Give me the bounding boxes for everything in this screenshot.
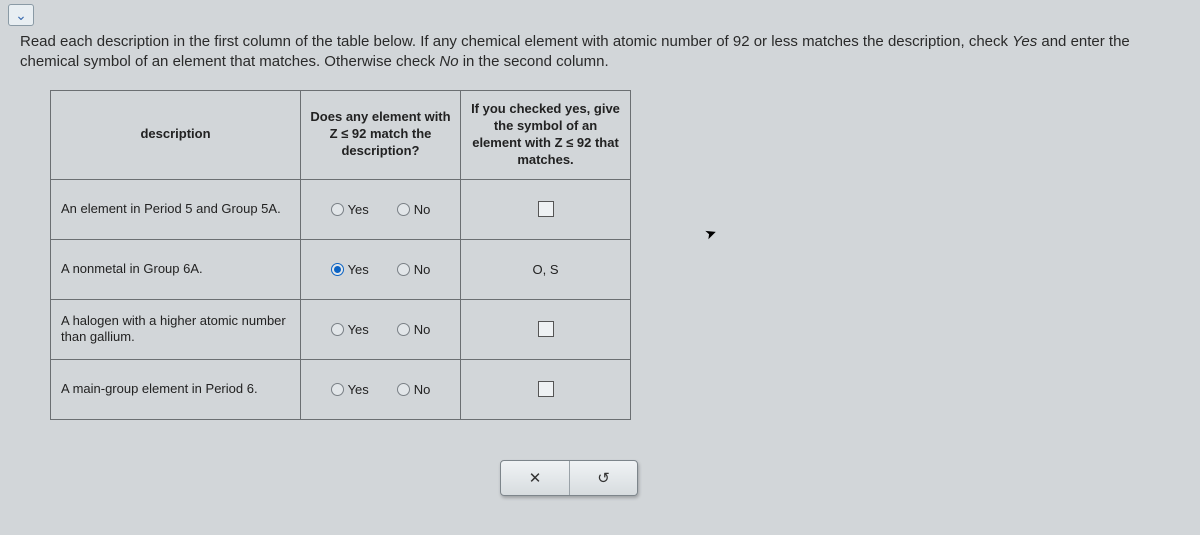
header-symbol: If you checked yes, give the symbol of a… — [461, 91, 631, 180]
question-table: description Does any element with Z ≤ 92… — [50, 90, 631, 420]
row-match-cell: Yes No — [301, 299, 461, 359]
radio-yes[interactable]: Yes — [331, 322, 369, 337]
row-description: A halogen with a higher atomic number th… — [51, 299, 301, 359]
radio-yes-label: Yes — [348, 262, 369, 277]
table-row: A nonmetal in Group 6A. Yes No — [51, 239, 631, 299]
header-match: Does any element with Z ≤ 92 match the d… — [301, 91, 461, 180]
row-match-cell: Yes No — [301, 179, 461, 239]
radio-yes-label: Yes — [348, 202, 369, 217]
instr-part-a: Read each description in the first colum… — [20, 33, 1012, 50]
radio-no-label: No — [414, 202, 431, 217]
radio-dot-icon — [331, 203, 344, 216]
table-row: An element in Period 5 and Group 5A. Yes… — [51, 179, 631, 239]
radio-no[interactable]: No — [397, 202, 431, 217]
radio-dot-icon — [331, 323, 344, 336]
table-row: A main-group element in Period 6. Yes No — [51, 359, 631, 419]
radio-yes[interactable]: Yes — [331, 382, 369, 397]
header-description: description — [51, 91, 301, 180]
row-symbol-cell[interactable] — [461, 299, 631, 359]
symbol-input-placeholder — [538, 201, 554, 217]
row-description: An element in Period 5 and Group 5A. — [51, 179, 301, 239]
radio-dot-icon — [331, 263, 344, 276]
instructions-text: Read each description in the first colum… — [20, 32, 1180, 73]
question-table-wrap: description Does any element with Z ≤ 92… — [50, 90, 631, 420]
row-description: A main-group element in Period 6. — [51, 359, 301, 419]
radio-yes-label: Yes — [348, 382, 369, 397]
radio-group: Yes No — [302, 382, 459, 397]
row-match-cell: Yes No — [301, 359, 461, 419]
radio-dot-icon — [397, 323, 410, 336]
answer-toolbar: ✕ ↺ — [500, 460, 638, 496]
expand-toggle[interactable]: ⌄ — [8, 4, 34, 26]
close-icon: ✕ — [529, 469, 542, 487]
row-description: A nonmetal in Group 6A. — [51, 239, 301, 299]
radio-no[interactable]: No — [397, 262, 431, 277]
instr-no: No — [439, 53, 458, 70]
radio-dot-icon — [331, 383, 344, 396]
radio-dot-icon — [397, 263, 410, 276]
undo-icon: ↺ — [597, 469, 610, 487]
row-symbol-cell[interactable] — [461, 359, 631, 419]
row-symbol-cell[interactable] — [461, 179, 631, 239]
radio-no-label: No — [414, 262, 431, 277]
radio-yes[interactable]: Yes — [331, 202, 369, 217]
radio-yes[interactable]: Yes — [331, 262, 369, 277]
instr-yes: Yes — [1012, 33, 1037, 50]
row-match-cell: Yes No — [301, 239, 461, 299]
radio-no[interactable]: No — [397, 322, 431, 337]
symbol-input-placeholder — [538, 381, 554, 397]
symbol-value: O, S — [532, 262, 558, 277]
symbol-input-placeholder — [538, 321, 554, 337]
clear-button[interactable]: ✕ — [501, 461, 569, 495]
undo-button[interactable]: ↺ — [569, 461, 637, 495]
radio-yes-label: Yes — [348, 322, 369, 337]
table-header-row: description Does any element with Z ≤ 92… — [51, 91, 631, 180]
table-row: A halogen with a higher atomic number th… — [51, 299, 631, 359]
instr-part-c: in the second column. — [459, 53, 609, 70]
radio-group: Yes No — [302, 202, 459, 217]
cursor-icon: ➤ — [702, 224, 719, 244]
radio-dot-icon — [397, 203, 410, 216]
row-symbol-cell[interactable]: O, S — [461, 239, 631, 299]
radio-no-label: No — [414, 322, 431, 337]
radio-group: Yes No — [302, 262, 459, 277]
chevron-down-icon: ⌄ — [15, 7, 27, 24]
radio-no[interactable]: No — [397, 382, 431, 397]
radio-dot-icon — [397, 383, 410, 396]
radio-no-label: No — [414, 382, 431, 397]
radio-group: Yes No — [302, 322, 459, 337]
